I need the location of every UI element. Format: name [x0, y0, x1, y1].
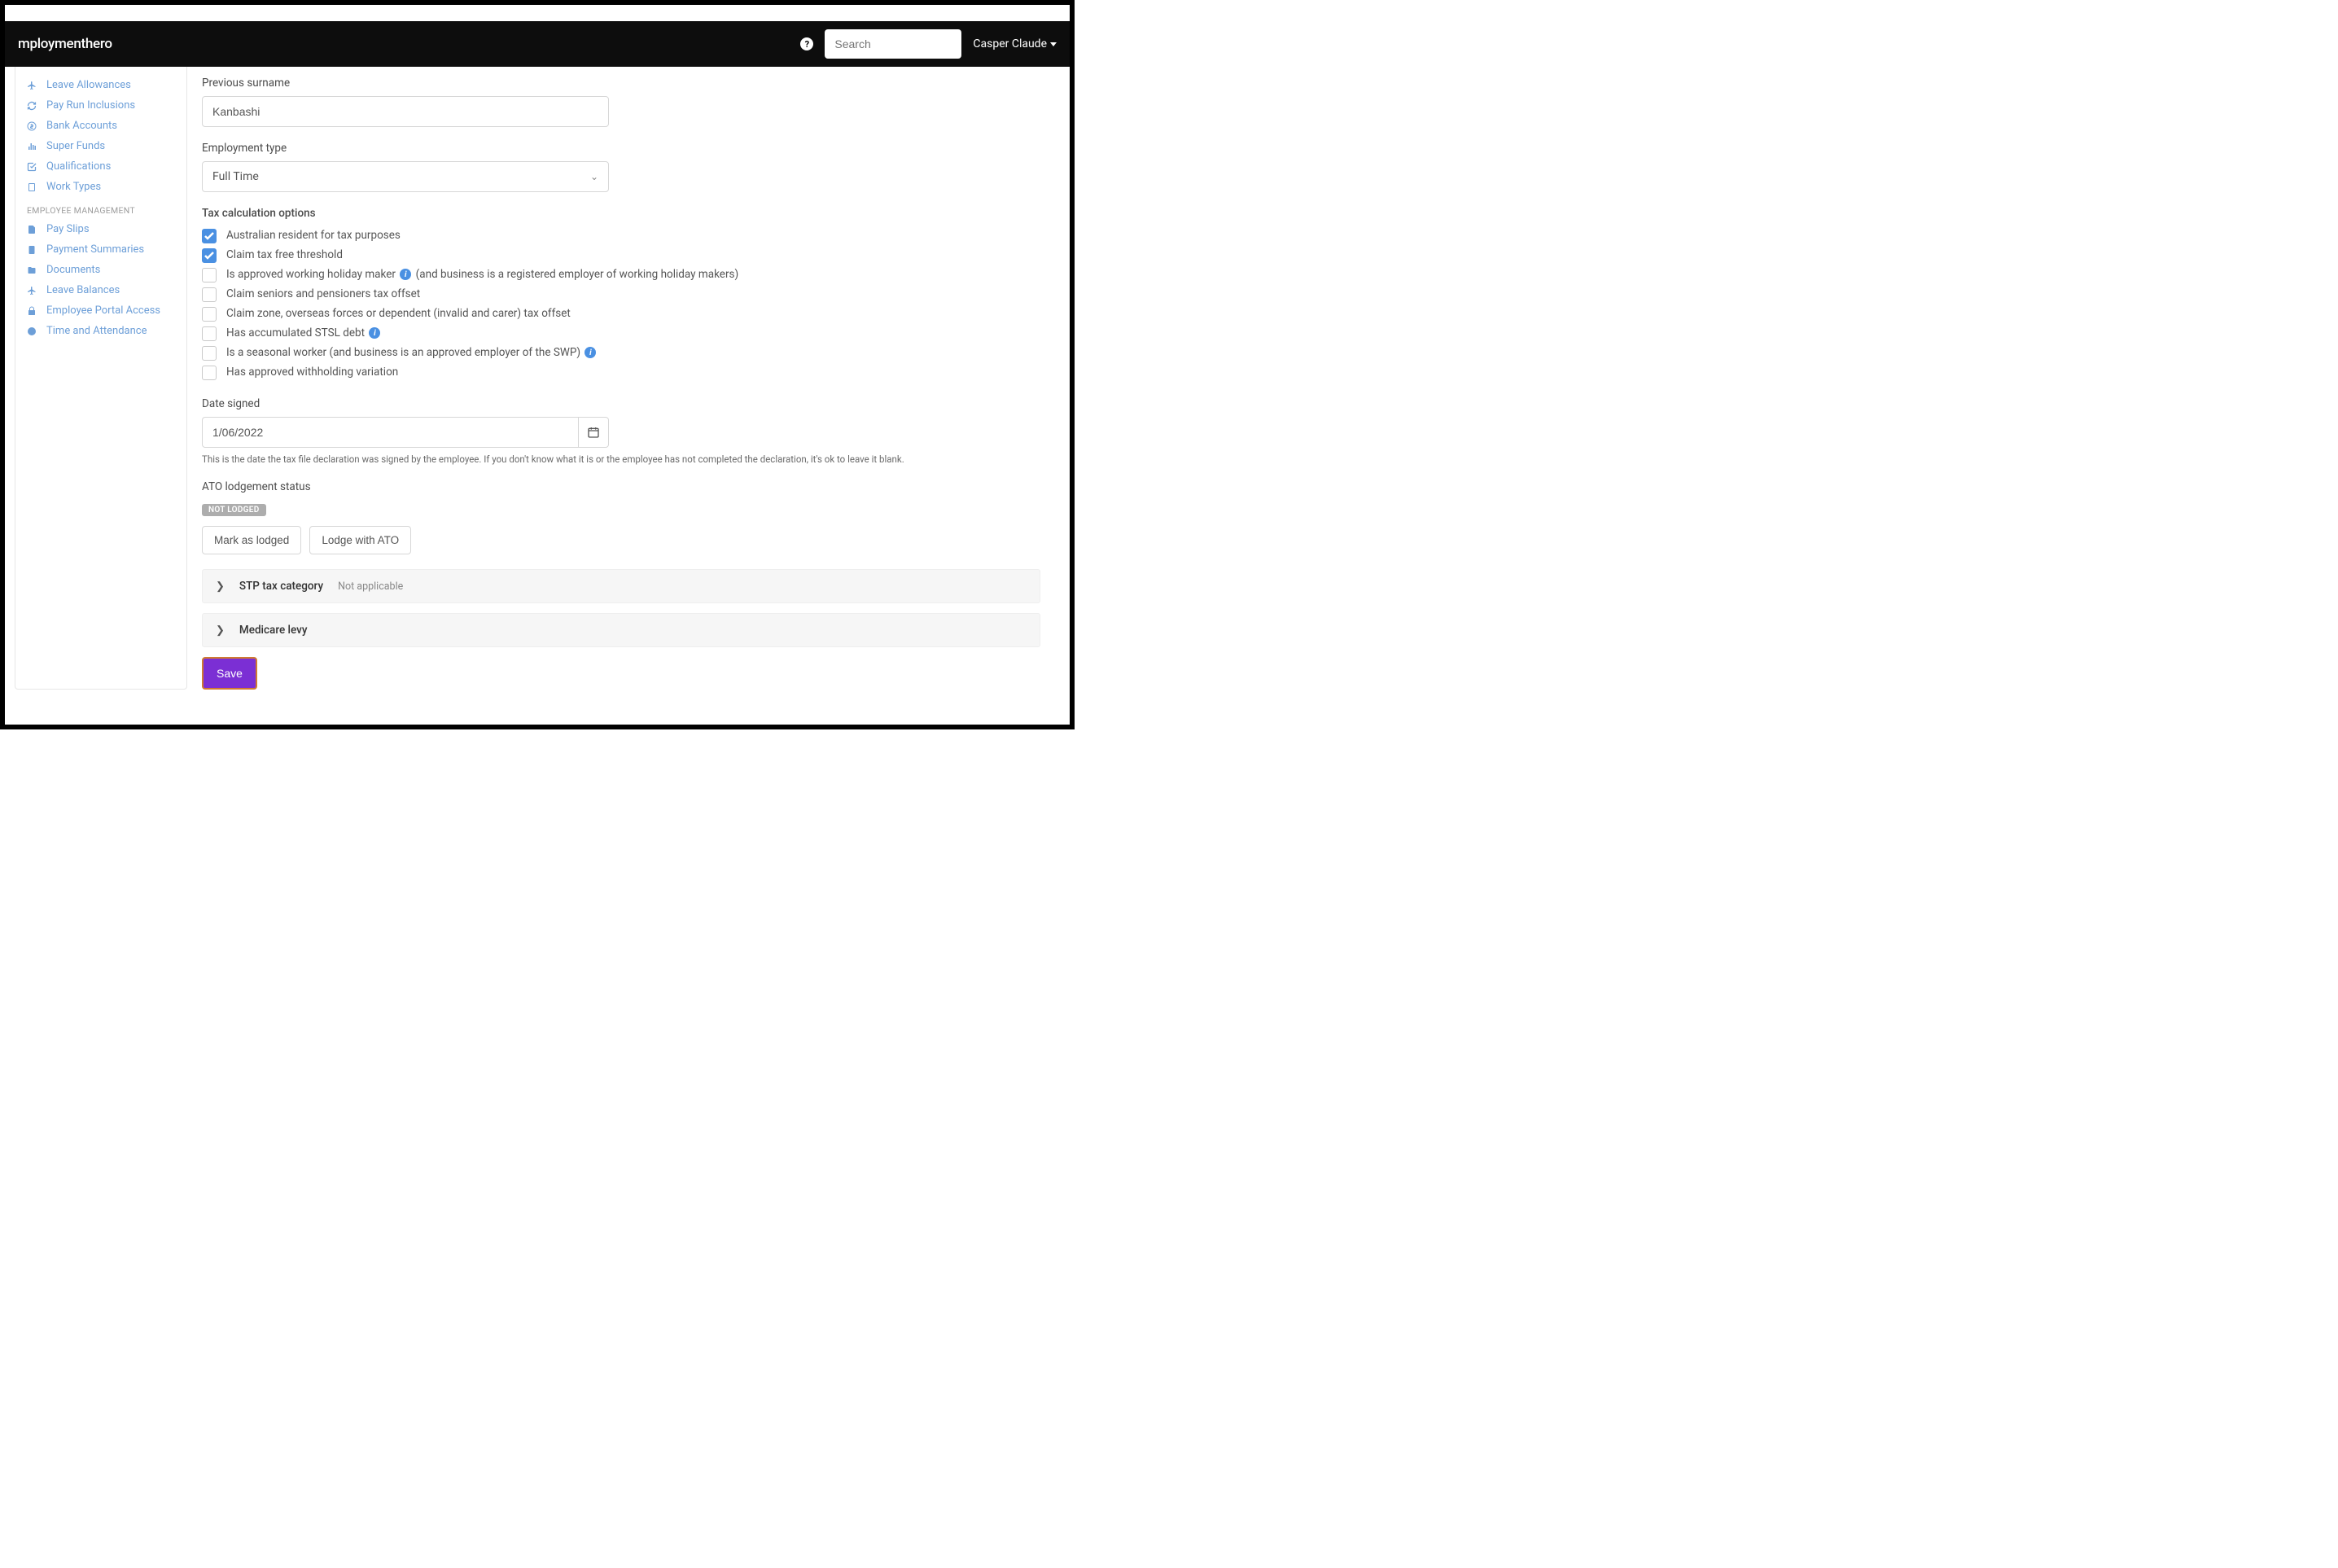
- checkbox-label: Claim zone, overseas forces or dependent…: [226, 307, 571, 320]
- checkbox-withholding[interactable]: [202, 366, 217, 380]
- sidebar-item-pay-slips[interactable]: Pay Slips: [15, 219, 186, 239]
- sidebar-item-label: Leave Balances: [46, 284, 120, 296]
- date-signed-input[interactable]: [202, 417, 578, 448]
- sidebar-item-label: Leave Allowances: [46, 79, 131, 91]
- checkbox-stsl[interactable]: [202, 326, 217, 341]
- accordion-medicare[interactable]: ❯ Medicare levy: [202, 613, 1040, 647]
- checkbox-label: Has accumulated STSL debt i: [226, 326, 382, 339]
- sidebar-item-label: Bank Accounts: [46, 120, 117, 132]
- sidebar-item-label: Employee Portal Access: [46, 304, 160, 317]
- check-square-icon: [27, 162, 38, 172]
- checkbox-label: Australian resident for tax purposes: [226, 229, 401, 242]
- checkbox-label: Claim seniors and pensioners tax offset: [226, 287, 420, 300]
- topbar: mploymenthero ? Casper Claude: [5, 21, 1070, 67]
- checkbox-holiday-maker[interactable]: [202, 268, 217, 283]
- sidebar-item-pay-run-inclusions[interactable]: Pay Run Inclusions: [15, 95, 186, 116]
- help-icon[interactable]: ?: [800, 37, 813, 50]
- main-content: Previous surname Employment type Full Ti…: [202, 67, 1049, 690]
- chevron-down-icon: [1050, 42, 1057, 46]
- plane-icon: [27, 81, 38, 90]
- checkbox-resident[interactable]: [202, 229, 217, 243]
- checkbox-seasonal[interactable]: [202, 346, 217, 361]
- ato-status-label: ATO lodgement status: [202, 480, 1040, 493]
- lodge-ato-button[interactable]: Lodge with ATO: [309, 526, 411, 554]
- sidebar: Leave Allowances Pay Run Inclusions Bank…: [15, 67, 187, 690]
- refresh-icon: [27, 101, 38, 111]
- sidebar-item-label: Pay Run Inclusions: [46, 99, 135, 112]
- chevron-right-icon: ❯: [216, 580, 225, 593]
- folder-icon: [27, 265, 38, 275]
- calculator-icon: [27, 245, 38, 255]
- prev-surname-input[interactable]: [202, 96, 609, 127]
- sidebar-item-work-types[interactable]: Work Types: [15, 177, 186, 197]
- employment-type-label: Employment type: [202, 142, 1040, 155]
- checkbox-label: Is approved working holiday maker i (and…: [226, 268, 738, 281]
- ato-status-badge: NOT LODGED: [202, 504, 266, 516]
- employment-type-value: Full Time: [212, 170, 259, 183]
- clock-icon: [27, 326, 38, 336]
- sidebar-item-label: Time and Attendance: [46, 325, 147, 337]
- sidebar-item-documents[interactable]: Documents: [15, 260, 186, 280]
- date-help-text: This is the date the tax file declaratio…: [202, 453, 1040, 466]
- user-menu[interactable]: Casper Claude: [973, 37, 1057, 50]
- calendar-button[interactable]: [578, 417, 609, 448]
- checkbox-threshold[interactable]: [202, 248, 217, 263]
- accordion-title: Medicare levy: [239, 624, 308, 637]
- user-name: Casper Claude: [973, 37, 1047, 50]
- info-icon[interactable]: i: [400, 269, 411, 280]
- checkbox-label: Has approved withholding variation: [226, 366, 398, 379]
- sidebar-section-header: EMPLOYEE MANAGEMENT: [15, 197, 186, 219]
- sidebar-item-label: Work Types: [46, 181, 101, 193]
- tax-options-label: Tax calculation options: [202, 207, 1040, 220]
- date-signed-label: Date signed: [202, 397, 1040, 410]
- mark-lodged-button[interactable]: Mark as lodged: [202, 526, 301, 554]
- chart-icon: [27, 142, 38, 151]
- sidebar-item-leave-allowances[interactable]: Leave Allowances: [15, 75, 186, 95]
- prev-surname-label: Previous surname: [202, 77, 1040, 90]
- sidebar-item-leave-balances[interactable]: Leave Balances: [15, 280, 186, 300]
- employment-type-select[interactable]: Full Time ⌄: [202, 161, 609, 192]
- sidebar-item-employee-portal[interactable]: Employee Portal Access: [15, 300, 186, 321]
- accordion-subtitle: Not applicable: [338, 580, 403, 593]
- sidebar-item-payment-summaries[interactable]: Payment Summaries: [15, 239, 186, 260]
- sidebar-item-super-funds[interactable]: Super Funds: [15, 136, 186, 156]
- sidebar-item-label: Super Funds: [46, 140, 105, 152]
- search-box[interactable]: [825, 29, 961, 59]
- lock-icon: [27, 306, 38, 316]
- sidebar-item-label: Payment Summaries: [46, 243, 144, 256]
- calendar-icon: [587, 426, 600, 439]
- chevron-down-icon: ⌄: [590, 171, 598, 182]
- dollar-icon: [27, 121, 38, 131]
- info-icon[interactable]: i: [369, 327, 380, 339]
- sidebar-item-bank-accounts[interactable]: Bank Accounts: [15, 116, 186, 136]
- checkbox-label: Claim tax free threshold: [226, 248, 343, 261]
- book-icon: [27, 182, 38, 192]
- file-icon: [27, 225, 38, 234]
- sidebar-item-label: Documents: [46, 264, 100, 276]
- checkbox-zone[interactable]: [202, 307, 217, 322]
- checkbox-seniors[interactable]: [202, 287, 217, 302]
- chevron-right-icon: ❯: [216, 624, 225, 637]
- save-button[interactable]: Save: [202, 657, 257, 690]
- accordion-stp-tax[interactable]: ❯ STP tax category Not applicable: [202, 569, 1040, 603]
- plane-icon: [27, 286, 38, 296]
- info-icon[interactable]: i: [584, 347, 596, 358]
- sidebar-item-label: Pay Slips: [46, 223, 90, 235]
- search-input[interactable]: [834, 37, 952, 50]
- sidebar-item-label: Qualifications: [46, 160, 111, 173]
- sidebar-item-time-attendance[interactable]: Time and Attendance: [15, 321, 186, 341]
- sidebar-item-qualifications[interactable]: Qualifications: [15, 156, 186, 177]
- brand-logo: mploymenthero: [18, 36, 112, 52]
- accordion-title: STP tax category: [239, 580, 323, 593]
- checkbox-label: Is a seasonal worker (and business is an…: [226, 346, 598, 359]
